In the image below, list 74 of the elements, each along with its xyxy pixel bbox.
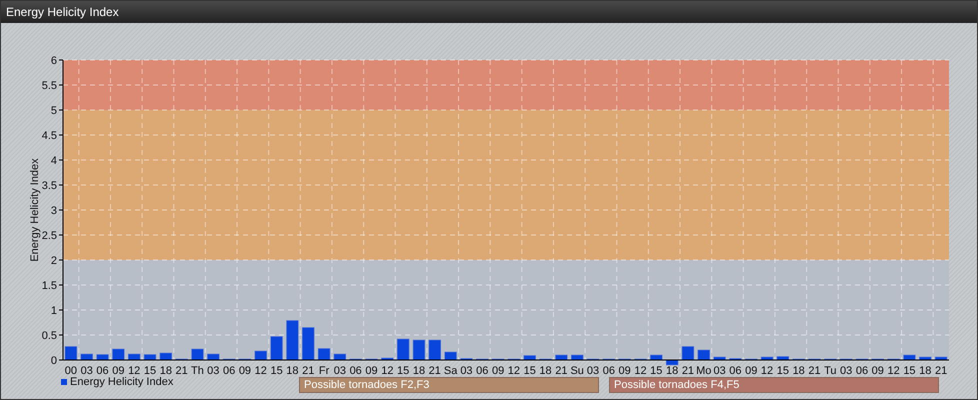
x-tick-label: Th xyxy=(191,365,204,375)
x-tick-label: 12 xyxy=(634,365,647,375)
x-tick-label: 06 xyxy=(350,365,362,375)
y-tick-label: 6 xyxy=(50,55,57,67)
x-tick-label: 18 xyxy=(412,365,426,375)
x-tick-label: 12 xyxy=(128,365,140,375)
x-tick-label: 09 xyxy=(745,365,758,375)
x-tick-label: 12 xyxy=(888,365,900,375)
x-tick-label: 12 xyxy=(254,365,267,375)
x-tick-label: 15 xyxy=(524,365,536,375)
x-tick-label: 03 xyxy=(586,365,600,375)
x-tick-label: 15 xyxy=(903,365,916,375)
x-tick-label: 15 xyxy=(270,365,283,375)
zone-legend-label: Possible tornadoes F2,F3 xyxy=(299,377,599,393)
x-tick-label: 21 xyxy=(428,365,441,375)
y-tick-label: 5 xyxy=(50,105,57,117)
x-tick-label: 18 xyxy=(286,365,299,375)
x-tick-label: 03 xyxy=(334,365,346,375)
zone-legend-label: Possible tornadoes F4,F5 xyxy=(609,377,939,393)
x-tick-label: 15 xyxy=(776,365,789,375)
y-tick-label: 3.5 xyxy=(42,180,57,192)
y-tick-label: 2 xyxy=(50,255,57,267)
legend-label: Energy Helicity Index xyxy=(70,374,174,390)
x-tick-label: 03 xyxy=(207,365,220,375)
x-tick-label: 21 xyxy=(302,365,314,375)
y-tick-label: 4.5 xyxy=(42,130,57,142)
y-axis-title: Energy Helicity Index xyxy=(29,158,41,262)
x-tick-label: 12 xyxy=(508,365,520,375)
x-tick-label: 21 xyxy=(176,365,188,375)
x-tick-label: 09 xyxy=(112,365,124,375)
x-tick-label: 21 xyxy=(682,365,694,375)
x-tick-label: 06 xyxy=(223,365,236,375)
x-tick-label: 09 xyxy=(365,365,378,375)
x-tick-label: 15 xyxy=(397,365,410,375)
x-tick-label: 18 xyxy=(160,365,172,375)
y-tick-label: 5.5 xyxy=(42,80,57,92)
x-tick-label: 21 xyxy=(808,365,821,375)
x-tick-label: 06 xyxy=(476,365,488,375)
x-tick-label: 09 xyxy=(618,365,631,375)
x-tick-label: Tu xyxy=(824,365,837,375)
x-tick-label: Mo xyxy=(696,365,712,375)
x-tick-label: 06 xyxy=(602,365,615,375)
y-tick-label: 0.5 xyxy=(42,330,57,342)
y-tick-label: 0 xyxy=(50,355,57,367)
x-tick-label: 21 xyxy=(934,365,948,375)
x-tick-label: 18 xyxy=(539,365,552,375)
y-tick-label: 4 xyxy=(50,155,57,167)
x-tick-label: 15 xyxy=(144,365,156,375)
x-tick-label: 12 xyxy=(760,365,774,375)
x-tick-label: 09 xyxy=(492,365,504,375)
x-tick-label: 18 xyxy=(919,365,932,375)
x-tick-label: Fr xyxy=(318,365,330,375)
x-tick-label: Su xyxy=(570,365,584,375)
y-tick-label: 3 xyxy=(50,205,57,217)
y-tick-label: 1.5 xyxy=(42,280,57,292)
y-tick-label: 1 xyxy=(50,305,57,317)
window-title: Energy Helicity Index xyxy=(6,4,119,21)
x-tick-label: 09 xyxy=(872,365,884,375)
x-tick-label: 03 xyxy=(460,365,473,375)
x-tick-label: 15 xyxy=(650,365,662,375)
x-tick-label: Sa xyxy=(444,365,458,375)
x-tick-label: 03 xyxy=(713,365,726,375)
x-tick-label: 06 xyxy=(856,365,868,375)
y-tick-label: 2.5 xyxy=(42,230,57,242)
x-tick-label: 06 xyxy=(96,365,109,375)
x-tick-label: 09 xyxy=(238,365,252,375)
x-tick-label: 06 xyxy=(729,365,742,375)
x-tick-label: 03 xyxy=(840,365,852,375)
x-tick-label: 00 xyxy=(64,365,78,375)
x-tick-label: 03 xyxy=(80,365,93,375)
x-tick-label: 18 xyxy=(792,365,805,375)
x-tick-label: 12 xyxy=(381,365,394,375)
x-tick-label: 18 xyxy=(666,365,678,375)
x-tick-label: 21 xyxy=(555,365,568,375)
